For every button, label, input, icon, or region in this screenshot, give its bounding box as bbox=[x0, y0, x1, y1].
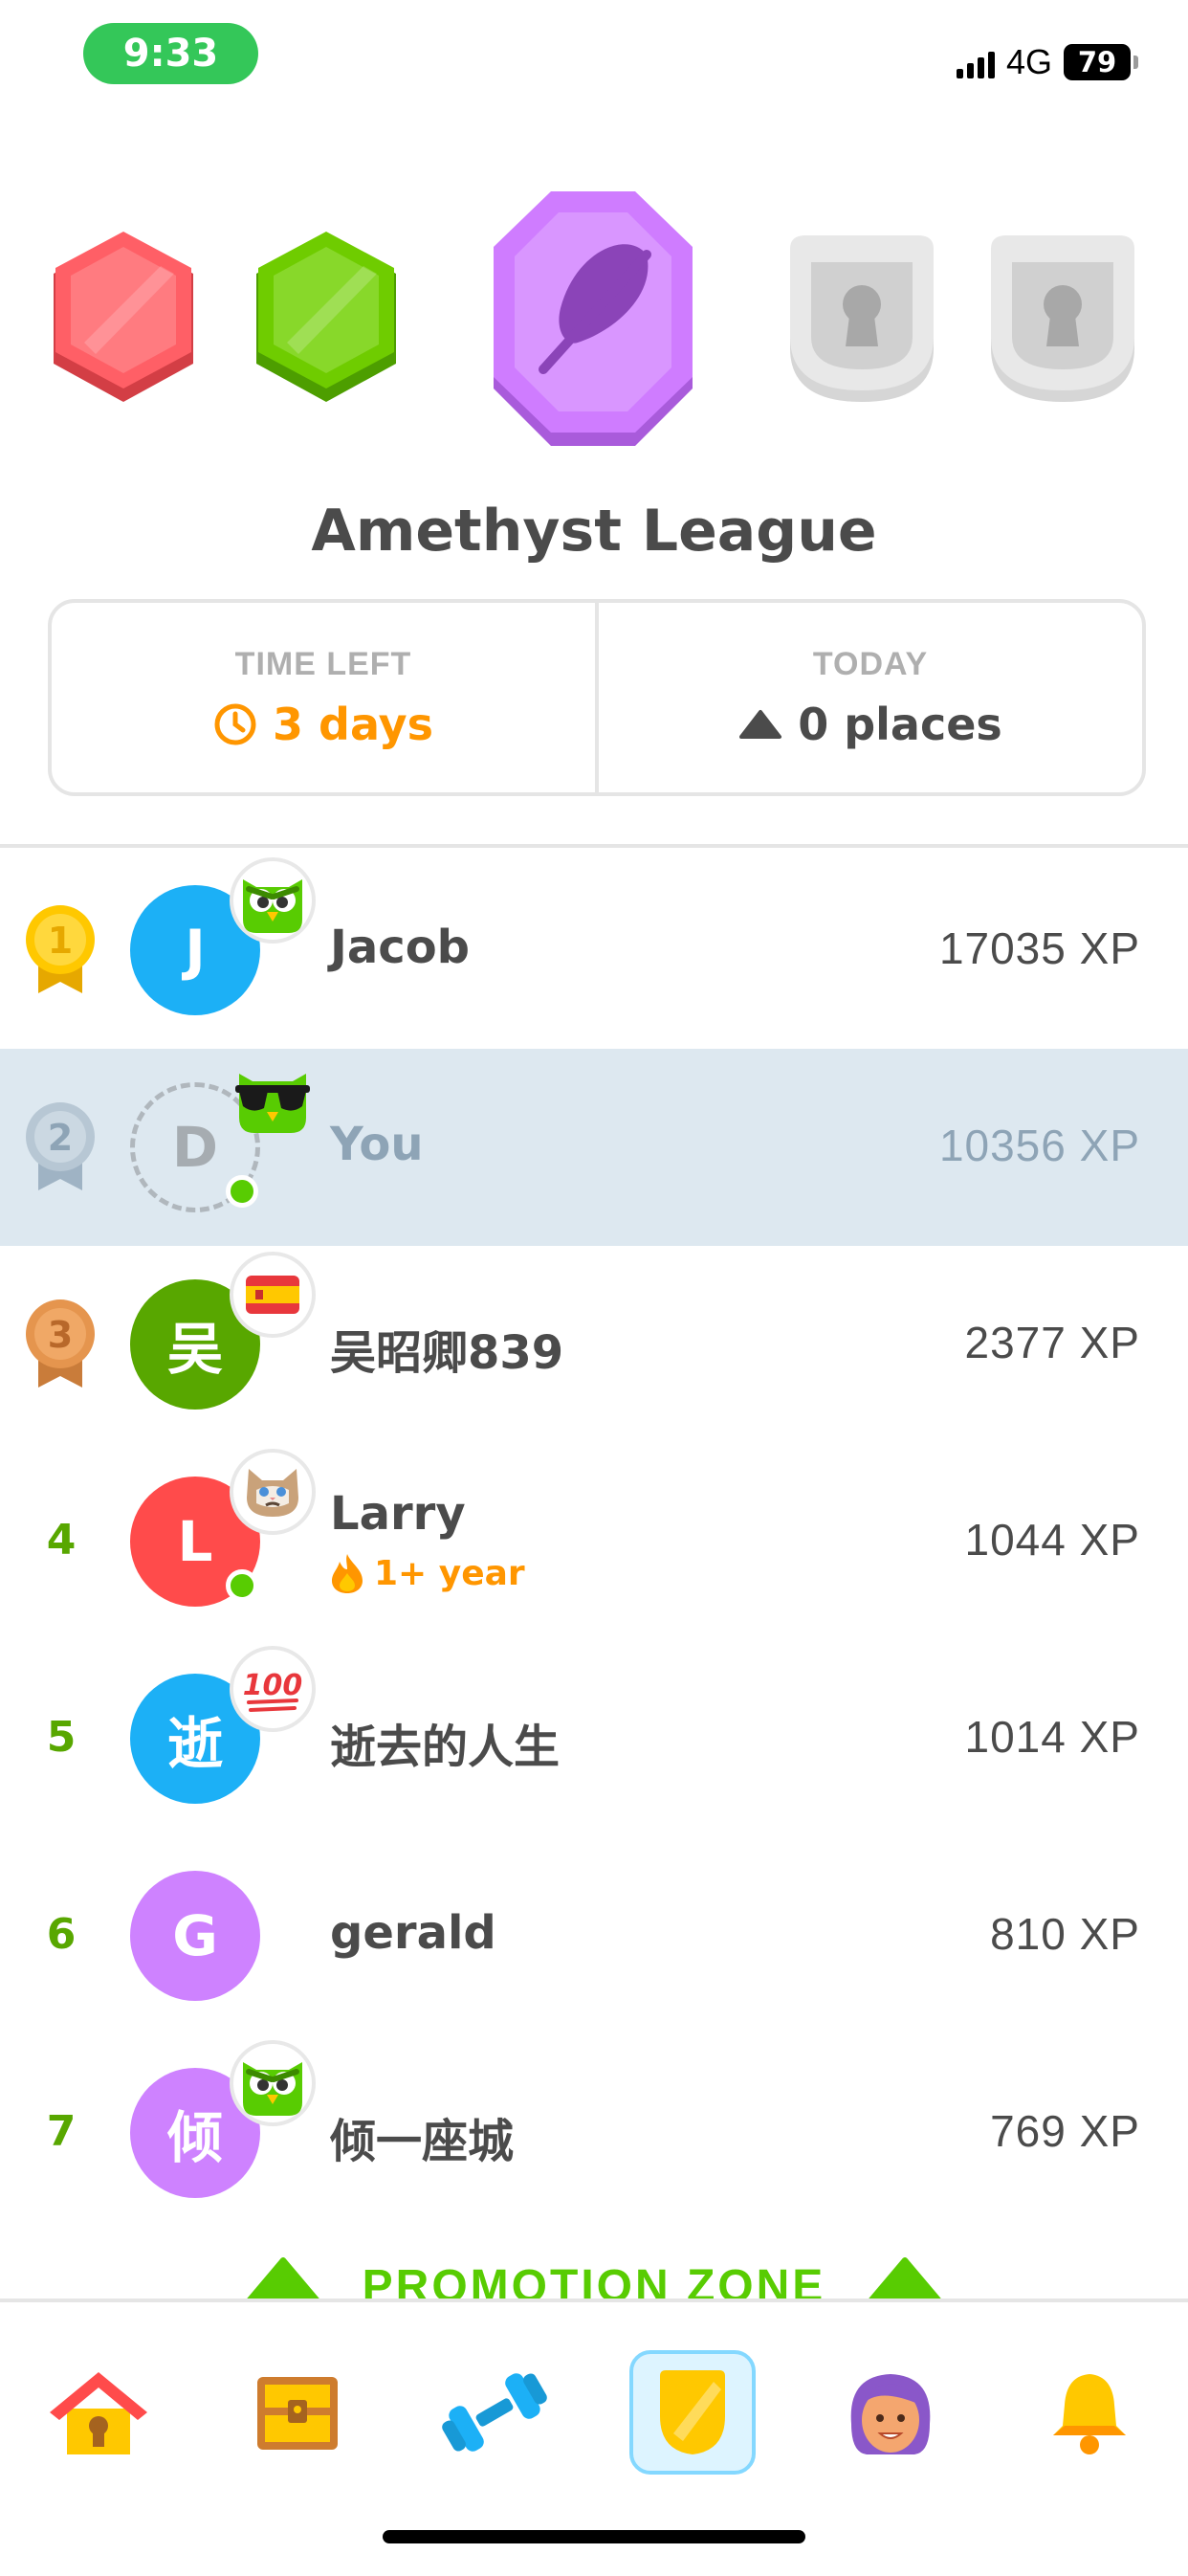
xp-value: 10356 XP bbox=[938, 1121, 1140, 1170]
league-stats: TIME LEFT 3 days TODAY 0 places bbox=[48, 599, 1146, 796]
signal-icon bbox=[956, 46, 995, 78]
avatar[interactable]: G bbox=[130, 1871, 260, 2001]
today-stat: TODAY 0 places bbox=[595, 603, 1142, 792]
profile-avatar-icon bbox=[850, 2374, 931, 2454]
xp-value: 2377 XP bbox=[964, 1318, 1140, 1367]
leaderboard-row[interactable]: 4 L Larry 1+ year 1044 XP bbox=[0, 1443, 1188, 1640]
user-name: You bbox=[330, 1118, 424, 1171]
time-left-value: 3 days bbox=[273, 698, 433, 750]
status-indicators: 4G 79 bbox=[956, 38, 1138, 86]
locked-league-badge[interactable] bbox=[782, 233, 941, 406]
ruby-league-badge[interactable] bbox=[46, 228, 201, 410]
network-type: 4G bbox=[1005, 42, 1052, 81]
silver-medal-icon: 2 bbox=[26, 1102, 95, 1190]
svg-text:100: 100 bbox=[243, 1669, 303, 1702]
xp-value: 17035 XP bbox=[938, 923, 1140, 973]
duo-owl-icon bbox=[230, 857, 316, 944]
streak-flame-icon bbox=[332, 1554, 363, 1593]
duo-sunglasses-icon bbox=[230, 1055, 316, 1141]
xp-value: 769 XP bbox=[990, 2106, 1140, 2156]
league-title: Amethyst League bbox=[311, 498, 877, 565]
rank-number: 7 bbox=[46, 2107, 77, 2156]
treasure-chest-icon bbox=[257, 2377, 338, 2450]
leaderboard-shield-icon bbox=[660, 2370, 725, 2454]
leaderboard-row[interactable]: 5 逝 100 逝去的人生 1014 XP bbox=[0, 1640, 1188, 1837]
nav-treasure[interactable] bbox=[235, 2350, 360, 2475]
leaderboard-row[interactable]: 1 J Jacob 17035 XP bbox=[0, 852, 1188, 1049]
dumbbell-icon bbox=[442, 2373, 547, 2452]
online-indicator bbox=[226, 1175, 258, 1208]
time-left-label: TIME LEFT bbox=[234, 645, 412, 682]
nav-notifications[interactable] bbox=[1027, 2350, 1152, 2475]
xp-value: 810 XP bbox=[990, 1909, 1140, 1959]
user-name: 吴昭卿839 bbox=[330, 1326, 564, 1380]
home-icon bbox=[50, 2372, 147, 2454]
nav-home[interactable] bbox=[36, 2350, 161, 2475]
user-name: 逝去的人生 bbox=[330, 1721, 561, 1774]
nav-leaderboards[interactable] bbox=[629, 2350, 756, 2475]
rank-number: 5 bbox=[46, 1713, 77, 1762]
gold-medal-icon: 1 bbox=[26, 905, 95, 993]
nav-practice[interactable] bbox=[432, 2350, 557, 2475]
rank-number: 6 bbox=[46, 1910, 77, 1959]
promotion-zone-label: PROMOTION ZONE bbox=[362, 2261, 826, 2298]
home-indicator[interactable] bbox=[383, 2530, 805, 2543]
online-indicator bbox=[226, 1569, 258, 1602]
today-value: 0 places bbox=[798, 698, 1002, 750]
section-divider bbox=[0, 844, 1188, 848]
rank-number: 3 bbox=[48, 1314, 73, 1356]
bronze-medal-icon: 3 bbox=[26, 1299, 95, 1388]
user-name: Jacob bbox=[330, 921, 471, 974]
status-time: 9:33 bbox=[83, 23, 258, 84]
amethyst-league-badge[interactable] bbox=[484, 188, 702, 455]
user-name: gerald bbox=[330, 1906, 496, 1960]
xp-value: 1014 XP bbox=[964, 1712, 1140, 1762]
hundred-points-icon: 100 bbox=[230, 1646, 316, 1732]
battery-icon: 79 bbox=[1064, 44, 1138, 80]
user-name: Larry bbox=[330, 1487, 466, 1541]
promotion-zone-divider: PROMOTION ZONE bbox=[0, 2256, 1188, 2298]
notifications-bell-icon bbox=[1053, 2374, 1126, 2454]
leaderboard-row[interactable]: 7 倾 倾一座城 769 XP bbox=[0, 2034, 1188, 2232]
streak-label: 1+ year bbox=[374, 1553, 525, 1593]
user-name: 倾一座城 bbox=[330, 2115, 515, 2168]
leaderboard-row[interactable]: 6 G gerald 810 XP bbox=[0, 1837, 1188, 2034]
nav-profile[interactable] bbox=[828, 2350, 953, 2475]
timer-icon bbox=[214, 703, 256, 744]
leaderboard-row[interactable]: 3 吴 吴昭卿839 2377 XP bbox=[0, 1246, 1188, 1443]
xp-value: 1044 XP bbox=[964, 1515, 1140, 1565]
rank-number: 4 bbox=[46, 1516, 77, 1565]
leaderboard-row-current-user[interactable]: 2 D You 10356 XP bbox=[0, 1049, 1188, 1246]
time-left-stat: TIME LEFT 3 days bbox=[52, 603, 595, 792]
today-label: TODAY bbox=[812, 645, 929, 682]
locked-league-badge[interactable] bbox=[983, 233, 1142, 406]
rank-number: 1 bbox=[48, 920, 73, 962]
promotion-arrow-up-icon bbox=[869, 2257, 941, 2298]
duo-owl-icon bbox=[230, 2040, 316, 2126]
grumpy-cat-icon bbox=[230, 1449, 316, 1535]
spain-flag-icon bbox=[230, 1252, 316, 1338]
triangle-up-icon bbox=[739, 709, 782, 739]
rank-number: 2 bbox=[48, 1117, 73, 1159]
emerald-league-badge[interactable] bbox=[249, 228, 404, 410]
